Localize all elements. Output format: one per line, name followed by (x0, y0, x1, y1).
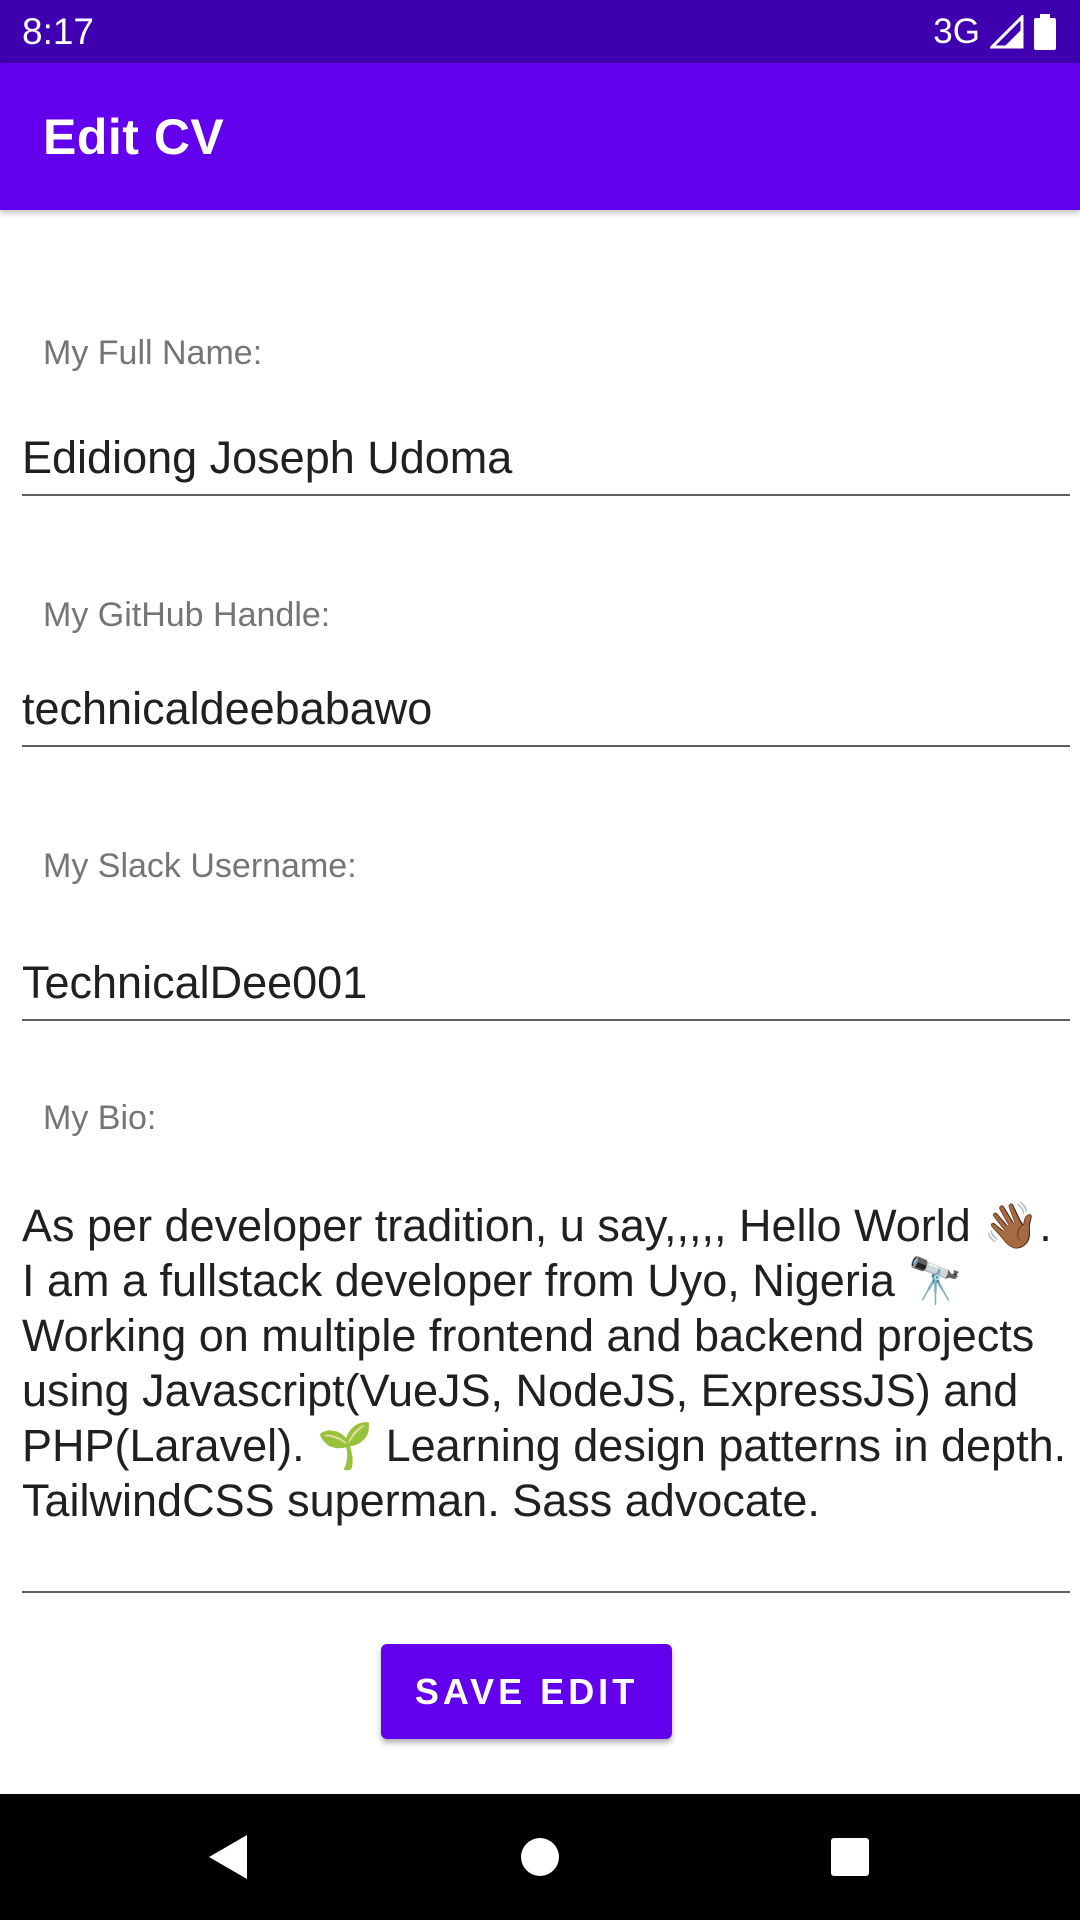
bio-field[interactable]: As per developer tradition, u say,,,,, H… (22, 1198, 1070, 1593)
github-handle-label: My GitHub Handle: (43, 596, 331, 634)
signal-icon (990, 14, 1024, 49)
home-icon[interactable] (507, 1824, 573, 1890)
recents-icon[interactable] (817, 1824, 883, 1890)
slack-username-label: My Slack Username: (43, 847, 357, 885)
network-type: 3G (933, 12, 980, 51)
status-icons: 3G (933, 10, 1056, 53)
navigation-bar (0, 1794, 1080, 1920)
bio-label: My Bio: (43, 1099, 157, 1137)
back-icon[interactable] (195, 1824, 261, 1890)
app-bar: Edit CV (0, 63, 1080, 210)
save-edit-button[interactable]: SAVE EDIT (381, 1644, 672, 1739)
github-handle-field[interactable]: technicaldeebabawo (22, 681, 1070, 747)
battery-icon (1034, 13, 1056, 50)
full-name-label: My Full Name: (43, 334, 263, 372)
slack-username-field[interactable]: TechnicalDee001 (22, 955, 1070, 1021)
status-time: 8:17 (22, 11, 95, 52)
full-name-field[interactable]: Edidiong Joseph Udoma (22, 430, 1070, 496)
status-bar: 8:17 3G (0, 0, 1080, 63)
page-title: Edit CV (43, 109, 225, 165)
